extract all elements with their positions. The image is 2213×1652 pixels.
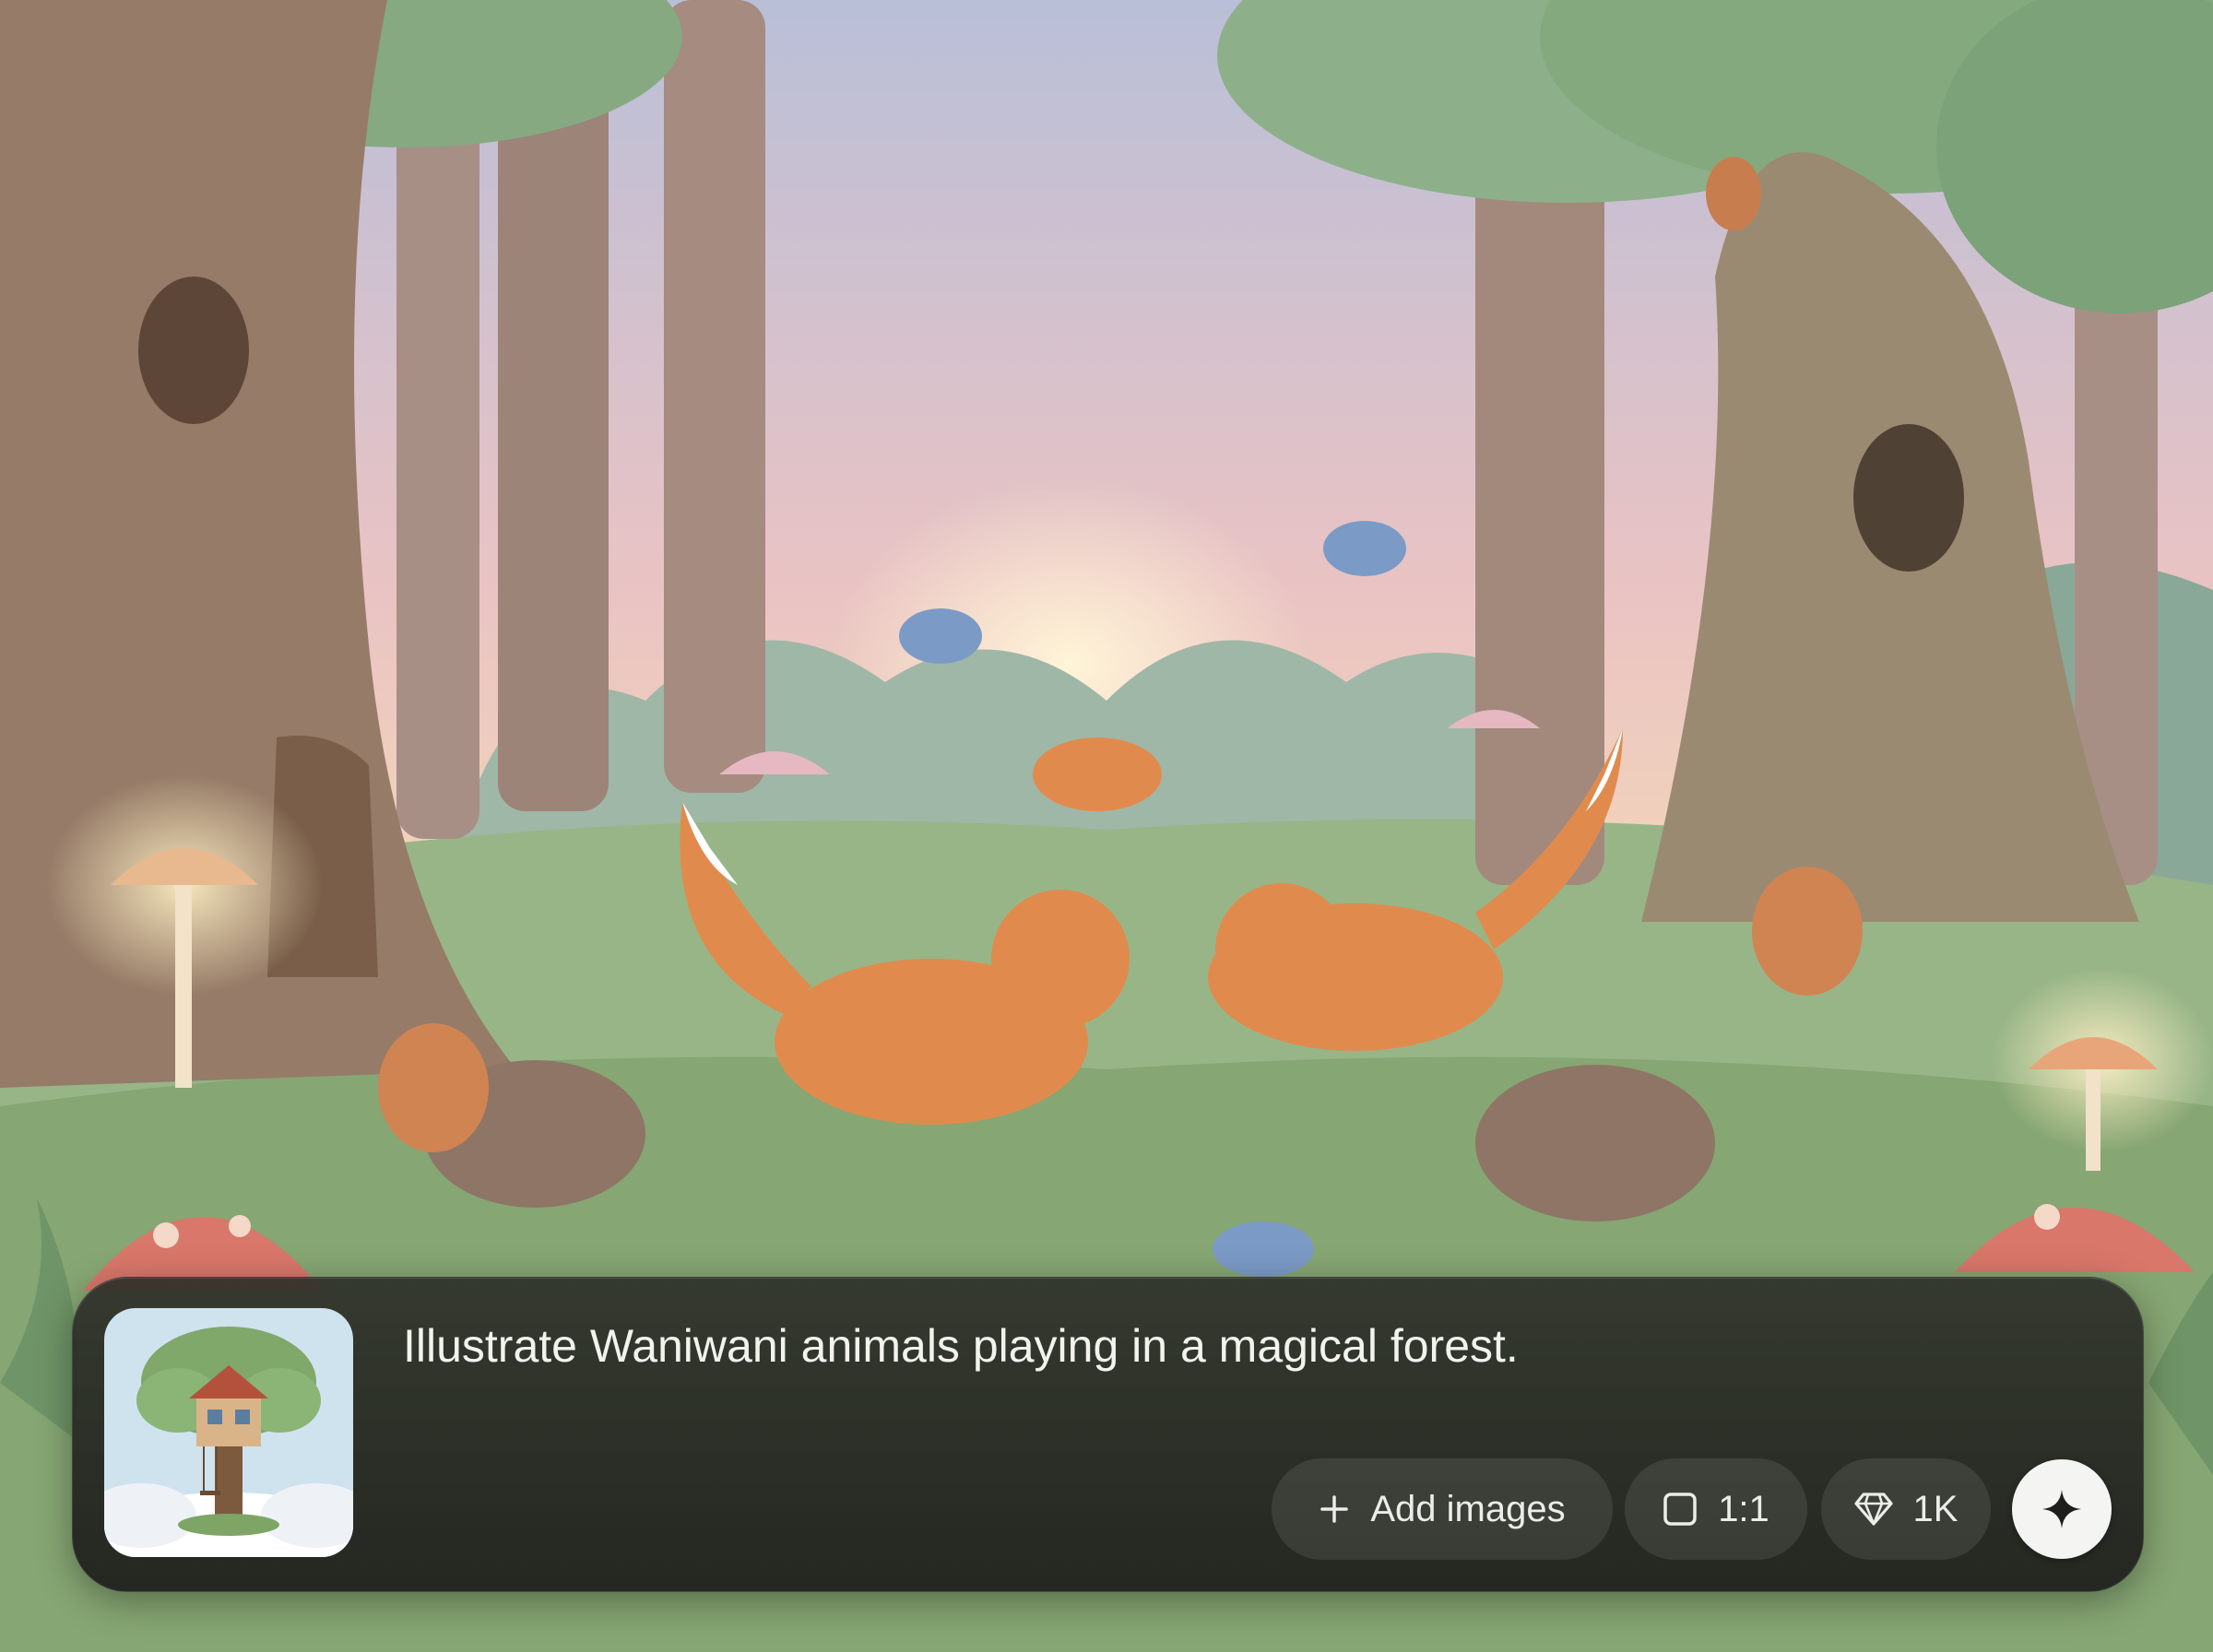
square-icon <box>1663 1493 1697 1526</box>
quality-button[interactable]: 1K <box>1821 1458 1991 1560</box>
reference-image-thumbnail[interactable] <box>104 1308 353 1557</box>
plus-icon <box>1320 1495 1349 1523</box>
generate-button[interactable] <box>2012 1459 2112 1559</box>
aspect-ratio-label: 1:1 <box>1718 1488 1769 1529</box>
add-images-label: Add images <box>1370 1488 1566 1529</box>
diamond-icon <box>1853 1493 1893 1526</box>
sparkle-icon <box>2042 1490 2081 1528</box>
prompt-text[interactable]: Illustrate Waniwani animals playing in a… <box>403 1316 2088 1376</box>
quality-label: 1K <box>1912 1488 1959 1529</box>
add-images-button[interactable]: Add images <box>1272 1458 1613 1560</box>
treehouse-image <box>104 1308 353 1557</box>
aspect-ratio-button[interactable]: 1:1 <box>1625 1458 1807 1560</box>
prompt-panel: Illustrate Waniwani animals playing in a… <box>72 1277 2144 1592</box>
